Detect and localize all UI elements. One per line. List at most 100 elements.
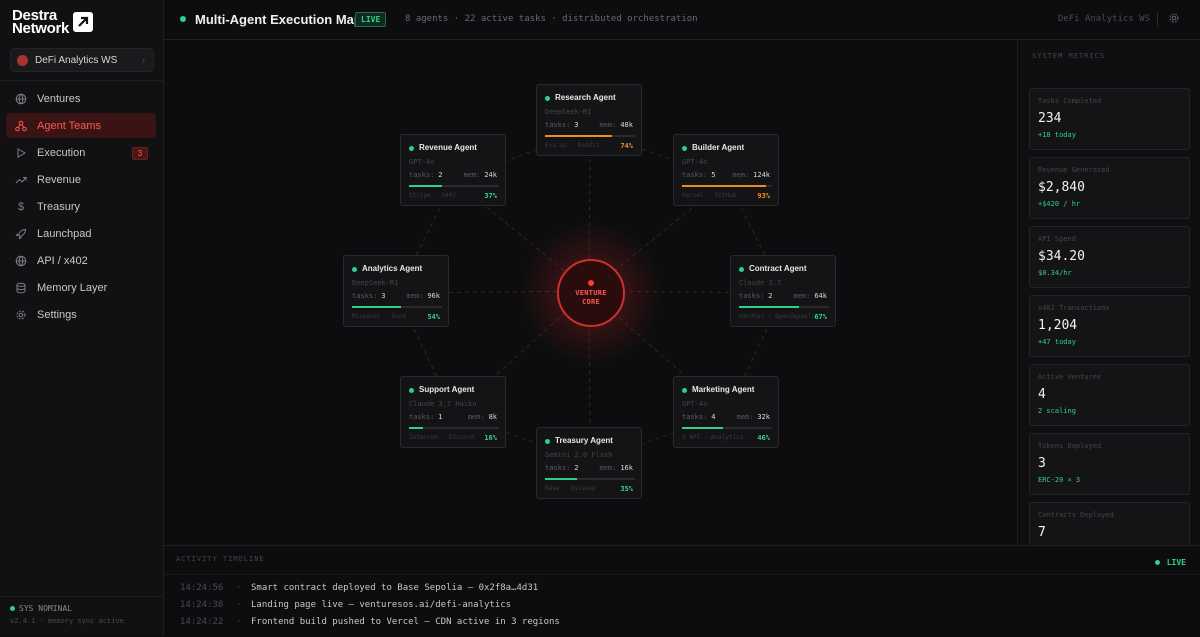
agent-model: Gemini 2.0 Flash <box>545 451 613 459</box>
agent-progress-percent: 74% <box>620 142 633 150</box>
metric-card-contracts-deployed[interactable]: Contracts Deployed 7 <box>1029 502 1190 545</box>
activity-row[interactable]: 14:24:56 · Smart contract deployed to Base… <box>180 583 538 593</box>
status-dot <box>1154 560 1160 565</box>
status-dot <box>739 267 744 272</box>
metric-label: Tasks Completed <box>1038 97 1102 105</box>
sidebar-item-label: Launchpad <box>37 227 92 240</box>
sidebar-nav: Ventures Agent Teams Execution 3 Revenue… <box>6 86 156 329</box>
agent-model: DeepSeek-R1 <box>352 279 399 287</box>
agent-integrations: Intercom · Discord <box>409 434 475 441</box>
agent-progress-percent: 67% <box>814 313 827 321</box>
agent-memory: mem: 16k <box>599 464 633 472</box>
agent-card-revenue[interactable]: Revenue Agent GPT-4o tasks: 2 mem: 24k Str… <box>400 134 506 206</box>
status-dot <box>409 388 414 393</box>
agent-memory: mem: 32k <box>736 413 770 421</box>
gear-icon <box>15 309 27 321</box>
agent-integrations: Mixpanel · Dune <box>352 313 407 320</box>
execution-map: VENTURE CORE Research Agent DeepSeek-R1 … <box>164 40 1016 545</box>
sidebar-item-label: Treasury <box>37 200 80 213</box>
sidebar-item-agent-teams[interactable]: Agent Teams <box>6 113 156 138</box>
sidebar-item-ventures[interactable]: Ventures <box>6 86 156 111</box>
agent-memory: mem: 124k <box>732 171 770 179</box>
system-version: v2.4.1 · memory sync active <box>10 617 124 625</box>
trending-up-icon <box>15 174 27 186</box>
sidebar-item-label: Agent Teams <box>37 119 102 132</box>
sidebar: Destra Network DeFi Analytics WS › Ventu… <box>0 0 164 636</box>
metric-delta: +18 today <box>1038 131 1076 139</box>
system-status-label: SYS NOMINAL <box>19 604 72 613</box>
agent-tasks: tasks: 4 <box>682 413 716 421</box>
agent-memory: mem: 8k <box>467 413 497 421</box>
metric-label: Contracts Deployed <box>1038 511 1114 519</box>
agent-memory: mem: 64k <box>793 292 827 300</box>
activity-row[interactable]: 14:24:22 · Frontend build pushed to Vercel… <box>180 617 560 627</box>
metric-card-x402-transactions[interactable]: x402 Transactions 1,204 +47 today <box>1029 295 1190 357</box>
agent-progress-bar <box>409 427 499 429</box>
system-status: SYS NOMINAL <box>10 604 72 613</box>
agent-card-marketing[interactable]: Marketing Agent GPT-4o tasks: 4 mem: 32k X… <box>673 376 779 448</box>
agent-progress-bar <box>545 478 635 480</box>
sidebar-item-api-x402[interactable]: API / x402 <box>6 248 156 273</box>
brand-logo[interactable]: Destra Network <box>12 8 94 36</box>
divider <box>1157 12 1158 26</box>
agent-progress-percent: 37% <box>484 192 497 200</box>
divider <box>0 596 163 597</box>
agent-model: GPT-4o <box>409 158 435 166</box>
sidebar-item-label: Execution <box>37 146 86 159</box>
agent-name: Treasury Agent <box>555 436 613 445</box>
sidebar-item-execution[interactable]: Execution 3 <box>6 140 156 165</box>
globe-icon <box>15 93 27 105</box>
agent-card-research[interactable]: Research Agent DeepSeek-R1 tasks: 3 mem: 4… <box>536 84 642 156</box>
gear-icon[interactable] <box>1168 12 1180 27</box>
metric-label: x402 Transactions <box>1038 304 1110 312</box>
metric-card-api-spend[interactable]: API Spend $34.20 $0.34/hr <box>1029 226 1190 288</box>
agent-model: GPT-4o <box>682 400 708 408</box>
agent-card-contract[interactable]: Contract Agent Claude 3.7 tasks: 2 mem: 64… <box>730 255 836 327</box>
metric-card-tokens-deployed[interactable]: Tokens Deployed 3 ERC-20 × 3 <box>1029 433 1190 495</box>
sidebar-item-launchpad[interactable]: Launchpad <box>6 221 156 246</box>
agent-card-support[interactable]: Support Agent Claude 3.7 Haiku tasks: 1 m… <box>400 376 506 448</box>
metric-label: Active Ventures <box>1038 373 1102 381</box>
database-icon <box>15 282 27 294</box>
agent-card-analytics[interactable]: Analytics Agent DeepSeek-R1 tasks: 3 mem:… <box>343 255 449 327</box>
metric-value: 234 <box>1038 111 1062 126</box>
metric-card-tasks-completed[interactable]: Tasks Completed 234 +18 today <box>1029 88 1190 150</box>
agent-card-treasury[interactable]: Treasury Agent Gemini 2.0 Flash tasks: 2 … <box>536 427 642 499</box>
workspace-avatar <box>17 54 28 66</box>
agent-progress-bar <box>545 135 635 137</box>
agent-progress-bar <box>682 427 772 429</box>
agent-tasks: tasks: 3 <box>545 121 579 129</box>
agent-name: Research Agent <box>555 93 616 102</box>
activity-time: 14:24:38 <box>180 600 224 610</box>
metric-delta: 2 scaling <box>1038 407 1076 415</box>
logo-arrow-icon <box>73 12 94 32</box>
sidebar-item-revenue[interactable]: Revenue <box>6 167 156 192</box>
metric-value: 3 <box>1038 456 1046 471</box>
status-dot <box>682 146 687 151</box>
core-dot <box>588 279 594 286</box>
agent-name: Marketing Agent <box>692 385 755 394</box>
sidebar-item-settings[interactable]: Settings <box>6 302 156 327</box>
system-metrics-panel: SYSTEM METRICS Tasks Completed 234 +18 t… <box>1017 40 1200 545</box>
activity-message: Landing page live — venturesos.ai/defi-a… <box>251 600 512 610</box>
agent-integrations: Vercel · GitHub <box>682 192 737 199</box>
activity-row[interactable]: 14:24:38 · Landing page live — venturesos.… <box>180 600 511 610</box>
metric-card-revenue-generated[interactable]: Revenue Generated $2,840 +$420 / hr <box>1029 157 1190 219</box>
agent-card-builder[interactable]: Builder Agent GPT-4o tasks: 5 mem: 124k Ve… <box>673 134 779 206</box>
agent-name: Analytics Agent <box>362 264 423 273</box>
agent-name: Contract Agent <box>749 264 807 273</box>
sidebar-item-memory-layer[interactable]: Memory Layer <box>6 275 156 300</box>
venture-core-node[interactable]: VENTURE CORE <box>557 259 625 327</box>
agent-tasks: tasks: 3 <box>352 292 386 300</box>
metric-label: Revenue Generated <box>1038 166 1110 174</box>
workspace-selector[interactable]: DeFi Analytics WS › <box>10 48 154 72</box>
sidebar-item-treasury[interactable]: $ Treasury <box>6 194 156 219</box>
metric-value: $34.20 <box>1038 249 1085 264</box>
sidebar-item-label: Ventures <box>37 92 81 105</box>
bullet: · <box>236 617 242 627</box>
agent-integrations: Base · Uniswap <box>545 485 596 492</box>
metric-label: API Spend <box>1038 235 1076 243</box>
agent-name: Builder Agent <box>692 143 745 152</box>
agent-progress-bar <box>682 185 772 187</box>
metric-card-active-ventures[interactable]: Active Ventures 4 2 scaling <box>1029 364 1190 426</box>
